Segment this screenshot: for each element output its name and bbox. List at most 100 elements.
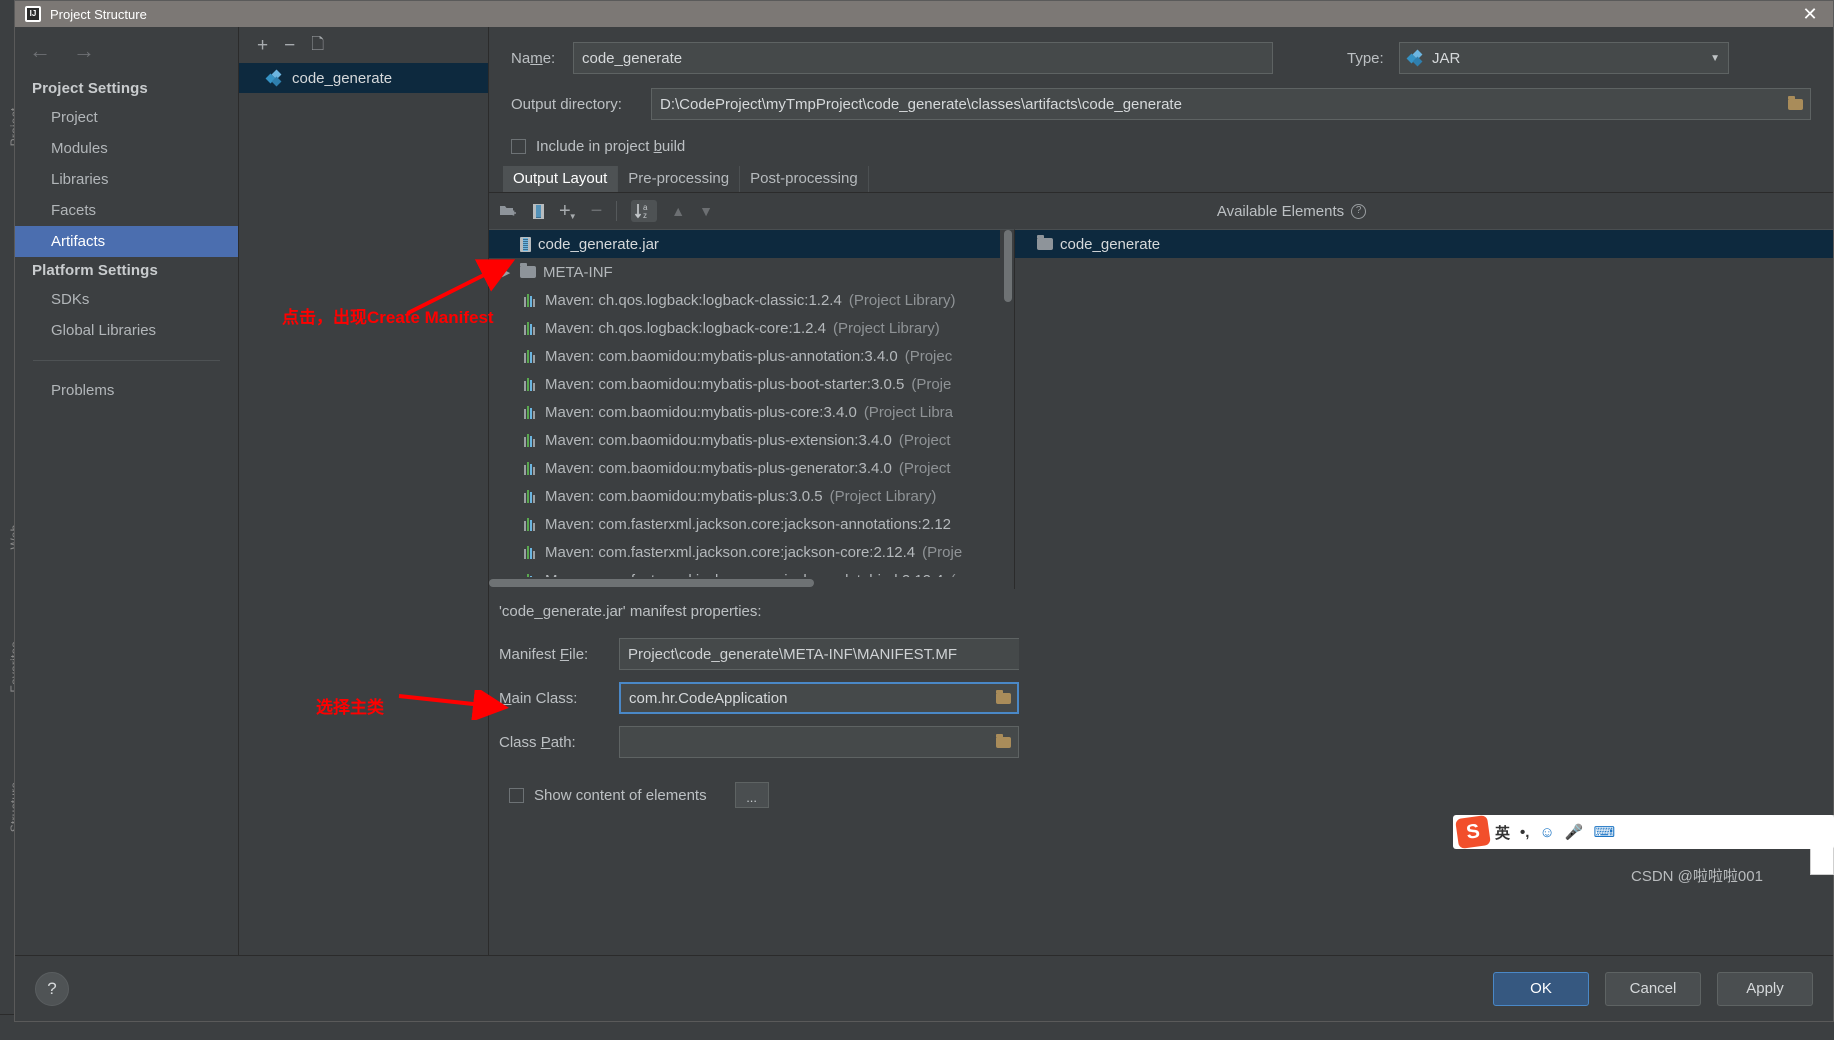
editor-tabs: Output Layout Pre-processing Post-proces… xyxy=(489,165,1833,193)
minus-icon[interactable]: − xyxy=(284,36,295,55)
show-content-options-button[interactable]: ... xyxy=(734,782,769,808)
folder-browse-icon xyxy=(995,689,1011,704)
arrow-left-icon[interactable]: ← xyxy=(29,40,51,62)
output-tree-horizontal-scrollbar[interactable] xyxy=(489,577,1014,589)
class-path-field xyxy=(619,726,1019,758)
jar-icon xyxy=(520,236,531,252)
tree-row[interactable]: Maven: com.baomidou:mybatis-plus-generat… xyxy=(489,454,1014,482)
folder-browse-icon xyxy=(1788,95,1803,110)
plus-dropdown-icon[interactable]: + ▼ xyxy=(559,201,577,221)
sidebar-item-facets[interactable]: Facets xyxy=(15,195,238,226)
sidebar-item-libraries[interactable]: Libraries xyxy=(15,164,238,195)
tab-pre-processing[interactable]: Pre-processing xyxy=(618,166,741,193)
scrollbar-thumb[interactable] xyxy=(1004,230,1012,302)
add-archive-icon[interactable] xyxy=(532,203,545,220)
chevron-right-icon[interactable]: ▶ xyxy=(499,266,513,279)
main-class-input[interactable]: com.hr.CodeApplication xyxy=(619,682,989,714)
artifact-list-item[interactable]: code_generate xyxy=(239,63,488,93)
tab-post-processing[interactable]: Post-processing xyxy=(740,166,869,193)
tree-row[interactable]: Maven: com.baomidou:mybatis-plus:3.0.5 (… xyxy=(489,482,1014,510)
sidebar-item-modules[interactable]: Modules xyxy=(15,133,238,164)
tree-row-label: Maven: com.baomidou:mybatis-plus-boot-st… xyxy=(545,375,905,393)
tree-row-label: Maven: com.baomidou:mybatis-plus-generat… xyxy=(545,459,892,477)
tree-row-label: Maven: com.baomidou:mybatis-plus-core:3.… xyxy=(545,403,857,421)
include-in-project-build-checkbox[interactable] xyxy=(511,138,526,154)
include-in-project-build-label[interactable]: Include in project build xyxy=(536,138,685,155)
artifact-list-item-label: code_generate xyxy=(292,69,393,87)
sidebar-item-global-libraries[interactable]: Global Libraries xyxy=(15,315,238,346)
output-layout-tree[interactable]: code_generate.jar ▶ META-INF Maven: ch.q… xyxy=(489,229,1014,589)
artifact-icon xyxy=(1406,49,1424,67)
keyboard-icon[interactable]: ⌨ xyxy=(1593,823,1615,841)
sogou-logo-icon[interactable]: S xyxy=(1455,814,1491,850)
class-path-browse-button[interactable] xyxy=(989,726,1019,758)
sidebar-item-artifacts[interactable]: Artifacts xyxy=(15,226,238,257)
minus-icon[interactable]: − xyxy=(591,201,603,221)
tree-row[interactable]: Maven: com.fasterxml.jackson.core:jackso… xyxy=(489,510,1014,538)
tree-row[interactable]: Maven: com.baomidou:mybatis-plus-boot-st… xyxy=(489,370,1014,398)
csdn-watermark: CSDN @啦啦啦001 xyxy=(1631,868,1763,885)
ime-punctuation-toggle[interactable]: •, xyxy=(1520,824,1529,841)
tree-row[interactable]: Maven: com.fasterxml.jackson.core:jackso… xyxy=(489,538,1014,566)
manifest-file-input[interactable]: Project\code_generate\META-INF\MANIFEST.… xyxy=(619,638,1019,670)
add-directory-icon[interactable] xyxy=(499,203,518,219)
output-directory-input[interactable]: D:\CodeProject\myTmpProject\code_generat… xyxy=(651,88,1781,120)
arrow-right-icon[interactable]: → xyxy=(73,40,95,62)
manifest-section-title: 'code_generate.jar' manifest properties: xyxy=(499,603,762,620)
help-circle-icon[interactable]: ? xyxy=(1351,203,1367,219)
main-class-browse-button[interactable] xyxy=(989,682,1019,714)
tree-row-note: (Project Library) xyxy=(833,319,940,337)
sidebar-item-sdks[interactable]: SDKs xyxy=(15,284,238,315)
sort-az-icon[interactable]: az xyxy=(631,200,658,222)
type-select[interactable]: JAR ▼ xyxy=(1399,42,1729,74)
show-content-row: Show content of elements ... xyxy=(499,764,1833,808)
name-input[interactable]: code_generate xyxy=(573,42,1273,74)
name-label: Name: xyxy=(511,49,556,67)
toolbar-divider xyxy=(616,201,618,221)
sogou-ime-toolbar: S 英 •, ☺ 🎤 ⌨ xyxy=(1453,814,1834,850)
tree-row[interactable]: Maven: com.baomidou:mybatis-plus-annotat… xyxy=(489,342,1014,370)
tree-row[interactable]: Maven: ch.qos.logback:logback-classic:1.… xyxy=(489,286,1014,314)
show-content-label[interactable]: Show content of elements xyxy=(534,787,707,804)
class-path-input[interactable] xyxy=(619,726,989,758)
available-elements-tree[interactable]: code_generate xyxy=(1014,229,1833,589)
plus-icon[interactable]: + xyxy=(257,36,268,55)
cancel-button[interactable]: Cancel xyxy=(1605,971,1701,1006)
tree-row[interactable]: code_generate.jar xyxy=(489,230,1014,258)
apply-button[interactable]: Apply xyxy=(1717,971,1813,1006)
library-icon xyxy=(524,545,538,559)
copy-icon[interactable]: 🗋 xyxy=(311,37,324,53)
tree-row[interactable]: Maven: com.baomidou:mybatis-plus-extensi… xyxy=(489,426,1014,454)
output-directory-browse-button[interactable] xyxy=(1781,88,1811,120)
dialog-footer: ? OK Cancel Apply xyxy=(15,955,1833,1021)
tree-row-note: (Project Libra xyxy=(863,403,954,421)
sidebar-item-project[interactable]: Project xyxy=(15,102,238,133)
scrollbar-thumb[interactable] xyxy=(489,579,814,587)
dialog-title: Project Structure xyxy=(50,6,147,22)
svg-text:z: z xyxy=(643,211,647,220)
tree-row[interactable]: code_generate xyxy=(1015,230,1833,258)
tree-row[interactable]: Maven: com.baomidou:mybatis-plus-core:3.… xyxy=(489,398,1014,426)
output-tree-vertical-scrollbar[interactable] xyxy=(1000,230,1014,589)
show-content-checkbox[interactable] xyxy=(509,787,524,803)
close-icon[interactable]: ✕ xyxy=(1793,2,1827,26)
available-elements-header: Available Elements ? xyxy=(1014,193,1569,229)
ok-button[interactable]: OK xyxy=(1493,971,1589,1006)
tree-row[interactable]: Maven: ch.qos.logback:logback-core:1.2.4… xyxy=(489,314,1014,342)
tree-row-note: (Project Library) xyxy=(848,291,956,309)
artifacts-list-panel: + − 🗋 code_generate xyxy=(239,27,489,955)
tab-output-layout[interactable]: Output Layout xyxy=(503,166,619,193)
nav-arrows: ← → xyxy=(15,27,238,75)
ime-language-toggle[interactable]: 英 xyxy=(1495,822,1510,843)
emoji-icon[interactable]: ☺ xyxy=(1539,824,1554,841)
question-mark-icon[interactable]: ? xyxy=(35,971,69,1006)
sidebar-item-problems[interactable]: Problems xyxy=(15,375,238,406)
manifest-file-field: Project\code_generate\META-INF\MANIFEST.… xyxy=(619,638,1019,670)
settings-sidebar: ← → Project Settings Project Modules Lib… xyxy=(15,27,239,955)
arrow-up-icon[interactable]: ▲ xyxy=(671,204,685,218)
microphone-icon[interactable]: 🎤 xyxy=(1565,823,1584,841)
tree-row[interactable]: ▶ META-INF xyxy=(489,258,1014,286)
arrow-down-icon[interactable]: ▼ xyxy=(699,204,713,218)
output-directory-value: D:\CodeProject\myTmpProject\code_generat… xyxy=(660,95,1182,113)
library-icon xyxy=(524,349,538,363)
